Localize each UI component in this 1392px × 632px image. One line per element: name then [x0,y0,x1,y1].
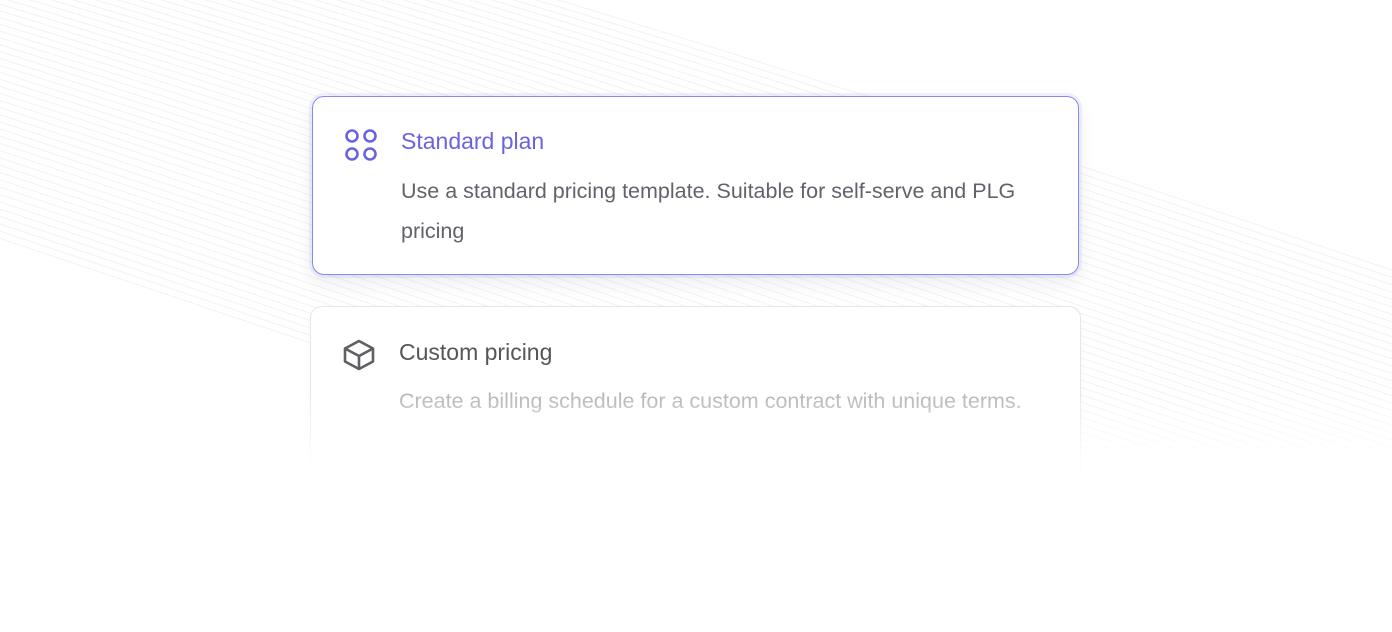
option-description: Create a billing schedule for a custom c… [399,389,1022,413]
grid-icon [345,129,377,161]
option-card-standard-plan[interactable]: Standard plan Use a standard pricing tem… [312,96,1079,275]
option-card-custom-pricing[interactable]: Custom pricing Create a billing schedule… [310,306,1081,496]
option-title: Standard plan [401,128,545,154]
box-icon [343,339,375,371]
option-description: Use a standard pricing template. Suitabl… [401,179,1016,243]
option-title: Custom pricing [399,339,553,365]
pricing-type-selector: Standard plan Use a standard pricing tem… [0,0,1392,632]
